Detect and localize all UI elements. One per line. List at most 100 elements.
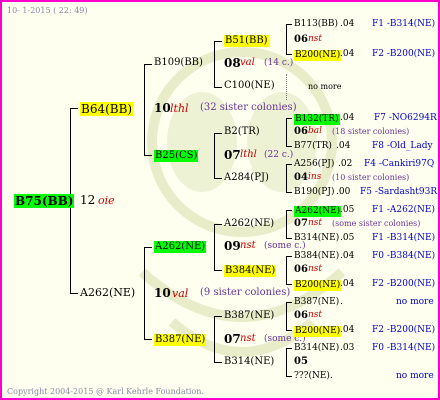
queen-father-line: lthl xyxy=(170,102,189,115)
connector xyxy=(286,118,287,147)
queen-mff[interactable]: A262(NE) xyxy=(224,219,274,229)
connector xyxy=(144,247,145,340)
queen-mfm-year: 06 xyxy=(294,264,308,275)
queen-fmf-note: (18 sister colonies) xyxy=(332,127,410,136)
queen-g4-name[interactable]: B190(PJ) xyxy=(294,188,334,197)
connector xyxy=(286,348,287,377)
queen-mother-line: val xyxy=(172,287,189,300)
queen-mother-year: 10 xyxy=(154,286,171,300)
queen-mother-note: (9 sister colonies) xyxy=(200,287,291,298)
connector xyxy=(214,224,215,271)
connector xyxy=(144,247,152,248)
queen-mm-year: 07 xyxy=(224,332,241,346)
queen-g4-name[interactable]: B387(NE) xyxy=(294,298,339,307)
connector xyxy=(286,302,292,303)
queen-mf-note: (some c.) xyxy=(264,241,306,251)
queen-fff-line: nst xyxy=(308,34,323,44)
queen-g4-name[interactable]: B200(NE) xyxy=(294,326,342,337)
queen-g4-ref: F5 -Sardasht93R xyxy=(360,187,438,197)
queen-g4-name[interactable]: ???(NE) xyxy=(294,372,330,381)
connector xyxy=(214,41,215,88)
queen-g4-year: .03 xyxy=(340,343,355,353)
queen-g4-ref: F1 -A262(NE) xyxy=(372,205,436,215)
connector xyxy=(214,133,215,179)
queen-mff-line: nst xyxy=(308,218,323,228)
queen-mff-year: 07 xyxy=(294,218,308,229)
queen-g4-name[interactable]: B200(NE) xyxy=(294,280,342,291)
queen-g4-ref: F1 -B314(NE) xyxy=(372,233,436,243)
queen-g4-ref: F2 -B200(NE) xyxy=(372,325,436,335)
queen-fff[interactable]: B51(BB) xyxy=(224,35,269,47)
queen-g4-ref: F1 -B314(NE) xyxy=(372,19,436,29)
connector xyxy=(286,24,287,55)
queen-g4-year: .02 xyxy=(338,159,353,169)
queen-g4-ref: no more xyxy=(396,297,434,307)
connector xyxy=(286,164,292,165)
queen-mf[interactable]: A262(NE) xyxy=(154,241,207,253)
queen-mfm[interactable]: B384(NE) xyxy=(224,265,277,277)
queen-mmf[interactable]: B387(NE) xyxy=(224,311,274,321)
queen-g4-ref: F2 -B200(NE) xyxy=(372,279,436,289)
queen-mm-line: nst xyxy=(240,333,256,344)
queen-mm[interactable]: B387(NE) xyxy=(154,334,207,346)
queen-mother[interactable]: A262(NE) xyxy=(80,287,135,298)
queen-mmm-year: 05 xyxy=(294,356,308,367)
connector xyxy=(144,155,152,156)
queen-g4-ref: no more xyxy=(396,371,434,381)
queen-ffm[interactable]: C100(NE) xyxy=(224,81,275,91)
queen-fmf-year: 06 xyxy=(294,126,308,137)
connector xyxy=(144,339,152,340)
queen-g4-year: .04 xyxy=(340,49,355,59)
queen-g4-name[interactable]: B132(TR) xyxy=(294,114,340,125)
queen-fmm[interactable]: A284(PJ) xyxy=(224,173,269,183)
connector-dotted xyxy=(286,74,287,100)
queen-g4-name[interactable]: B384(NE) xyxy=(294,252,339,261)
queen-g4-ref: F0 -B384(NE) xyxy=(372,251,436,261)
queen-root[interactable]: B75(BB) xyxy=(14,194,75,208)
queen-g4-name[interactable]: B77(TR) xyxy=(294,142,332,151)
queen-g4-name[interactable]: A262(NE) xyxy=(294,206,342,217)
queen-ff-year: 08 xyxy=(224,56,241,70)
connector xyxy=(286,348,292,349)
connector xyxy=(214,270,222,271)
connector xyxy=(70,293,78,294)
connector xyxy=(286,210,292,211)
queen-g4-name[interactable]: A256(PJ) xyxy=(294,160,334,169)
queen-g4-year: .05 xyxy=(340,233,355,243)
connector xyxy=(286,146,292,147)
queen-fmm-year: 04 xyxy=(294,172,308,183)
queen-g4-year: . xyxy=(340,297,343,307)
queen-g4-name[interactable]: B113(BB) xyxy=(294,20,338,29)
queen-g4-year: .00 xyxy=(336,187,351,197)
connector xyxy=(286,330,292,331)
queen-ff-line: val xyxy=(240,57,255,68)
queen-g4-ref: F2 -B200(NE) xyxy=(372,49,436,59)
queen-fmm-note: (10 sister colonies) xyxy=(332,173,410,182)
header-date: 10- 1-2015 ( 22: 49) xyxy=(7,6,88,15)
connector xyxy=(286,192,292,193)
queen-fm[interactable]: B25(CS) xyxy=(154,150,199,162)
queen-root-year: 12 xyxy=(80,193,96,207)
queen-father[interactable]: B64(BB) xyxy=(80,102,134,116)
queen-g4-name[interactable]: B314(NE) xyxy=(294,344,339,353)
queen-ff[interactable]: B109(BB) xyxy=(154,58,203,68)
connector xyxy=(214,41,222,42)
queen-fmf[interactable]: B2(TR) xyxy=(224,127,260,137)
queen-mmm[interactable]: B314(NE) xyxy=(224,357,274,367)
queen-g4-name[interactable]: B314(NE) xyxy=(294,234,339,243)
queen-g4-name[interactable]: B200(NE) xyxy=(294,50,342,61)
connector xyxy=(214,224,222,225)
queen-mf-year: 09 xyxy=(224,239,241,253)
queen-fm-line: lthl xyxy=(240,149,257,160)
connector xyxy=(70,108,78,109)
queen-fff-year: 06 xyxy=(294,34,308,45)
connector xyxy=(286,210,287,239)
queen-g4-ref: F4 -Cankiri97Q xyxy=(364,159,435,169)
pedigree-frame: 10- 1-2015 ( 22: 49) Copyright 2004-2015… xyxy=(0,0,440,400)
connector xyxy=(144,64,145,156)
queen-father-note: (32 sister colonies) xyxy=(200,102,297,113)
queen-g4-year: .05 xyxy=(340,205,355,215)
queen-mfm-line: nst xyxy=(308,264,323,274)
connector xyxy=(214,178,222,179)
connector xyxy=(286,284,292,285)
